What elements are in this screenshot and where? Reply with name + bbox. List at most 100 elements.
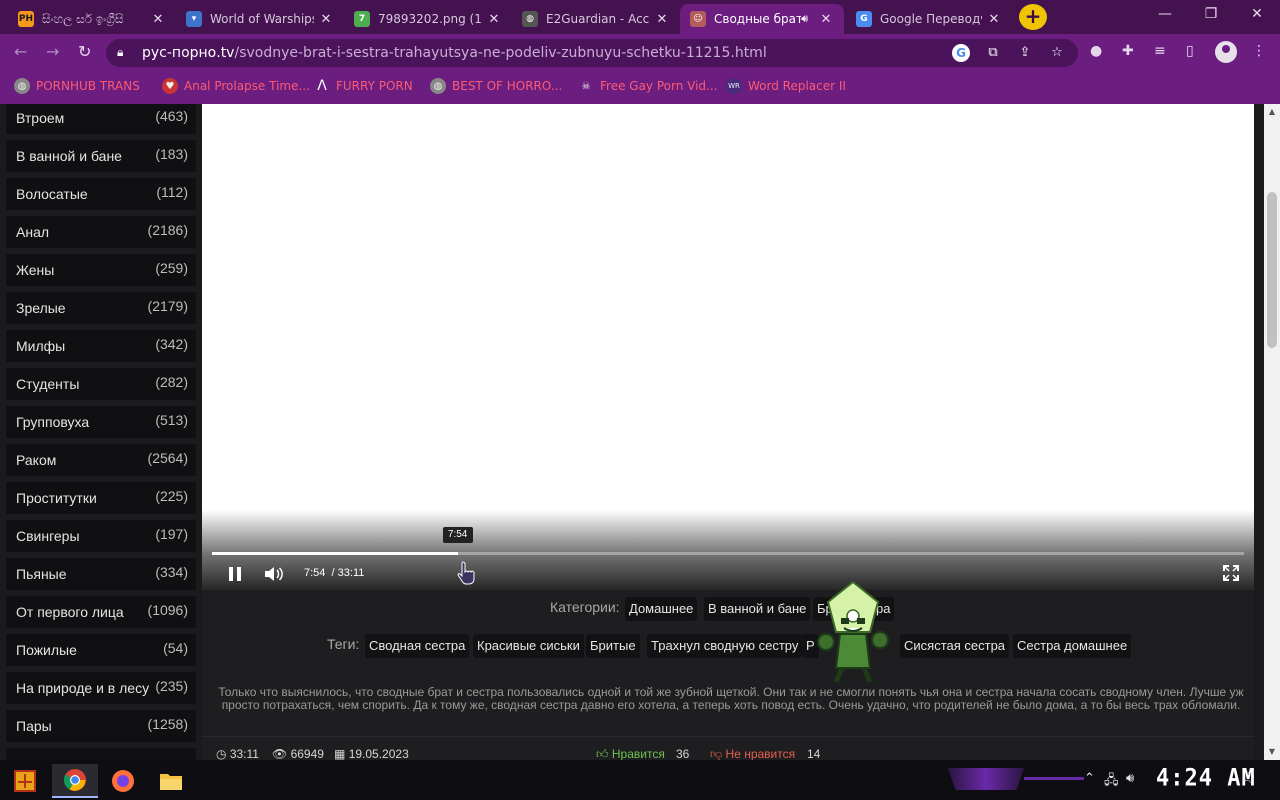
browser-tab[interactable]: G Google Переводч ✕ [846,4,1012,34]
lock-icon[interactable]: 🔒︎ [117,45,123,60]
tag-chip[interactable]: Сводная сестра [365,634,470,658]
category-label: Пьяные [16,566,67,582]
page-scrollbar[interactable]: ▲ ▼ [1264,104,1280,760]
sidebar-category-item[interactable]: Групповуха (513) [6,406,196,438]
sidebar-category-item[interactable]: Студенты (282) [6,368,196,400]
notification-icon[interactable]: 🗨︎ [1240,771,1257,786]
browser-tab-active[interactable]: ☺ Сводные брат 🔊︎ ✕ [680,4,844,34]
firefox-taskbar-icon[interactable] [100,764,146,798]
scroll-down-icon[interactable]: ▼ [1264,744,1280,760]
tag-chip[interactable]: Бритые [586,634,640,658]
tag-chip[interactable]: Трахнул сводную сестру [647,634,803,658]
seek-tooltip: 7:54 [442,527,473,543]
bookmark-item[interactable]: ☠ Free Gay Porn Vid... [578,78,718,94]
volume-tray-icon[interactable]: 🔊︎ [1126,771,1134,786]
browser-tab[interactable]: PH සිංහල සර් ඉංග්‍රීසි ✕ [8,4,176,34]
like-button[interactable]: 👍︎ Нравится [596,747,665,760]
minimize-icon[interactable]: — [1142,6,1188,22]
side-panel-icon[interactable]: ▯ [1186,43,1194,59]
sidebar-category-item[interactable]: Проститутки (225) [6,482,196,514]
scroll-thumb[interactable] [1267,192,1277,348]
start-menu-icon[interactable] [12,768,38,794]
thumbs-up-icon: 👍︎ [596,747,609,760]
browser-tab[interactable]: ▾ World of Warships ✕ [176,4,344,34]
lambda-icon: Λ [317,78,327,94]
address-bar[interactable]: 🔒︎ рус-порно.tv/svodnye-brat-i-sestra-tr… [106,39,1078,67]
close-window-icon[interactable]: ✕ [1234,6,1280,22]
category-count: (197) [155,526,188,542]
extension-avatar-icon[interactable]: ● [1090,43,1102,59]
sidebar-category-item[interactable]: Раком (2564) [6,444,196,476]
profile-avatar[interactable] [1215,41,1237,63]
category-count: (463) [155,108,188,124]
volume-icon[interactable] [264,566,284,586]
sidebar-category-item[interactable]: От первого лица (1096) [6,596,196,628]
video-stats-bar: ◷ 33:11 👁︎ 66949 ▦ 19.05.2023 👍︎ Нравитс… [202,736,1254,760]
star-icon[interactable]: ☆ [1048,45,1066,63]
pause-icon[interactable] [228,566,242,586]
scroll-up-icon[interactable]: ▲ [1264,104,1280,120]
bookmark-item[interactable]: Λ FURRY PORN [314,78,413,94]
network-icon[interactable]: 🖧︎ [1104,771,1119,793]
close-icon[interactable]: ✕ [150,12,166,27]
sidebar-category-item[interactable]: Свингеры (197) [6,520,196,552]
sidebar-category-item[interactable]: На природе и в лесу (235) [6,672,196,704]
category-label: Зрелые [16,300,66,316]
close-icon[interactable]: ✕ [318,12,334,27]
speaker-icon[interactable]: 🔊︎ [801,12,808,26]
dislike-button[interactable]: 👎︎ Не нравится [710,747,795,760]
tag-chip[interactable]: Сисястая сестра [900,634,1010,658]
bookmark-item[interactable]: ♥ Anal Prolapse Time... [162,78,310,94]
url-text[interactable]: рус-порно.tv/svodnye-brat-i-sestra-traha… [142,45,767,61]
tab-title: Сводные брат [714,12,802,26]
sidebar-category-item[interactable]: Пьяные (334) [6,558,196,590]
reload-icon[interactable]: ↻ [78,42,91,61]
bookmark-item[interactable]: ◍ PORNHUB TRANS [14,78,140,94]
tab-title: World of Warships [210,12,314,26]
progress-bar[interactable] [212,552,1244,555]
tag-chip[interactable]: Сестра домашнее [1013,634,1132,658]
views-stat: 👁︎ 66949 [272,747,324,760]
bookmark-item[interactable]: WR Word Replacer II [726,78,846,94]
sidebar-category-item[interactable]: Зрелые (2179) [6,292,196,324]
sidebar-category-item[interactable]: Анал (2186) [6,216,196,248]
close-icon[interactable]: ✕ [654,12,670,27]
category-count: (54) [163,640,188,656]
restore-icon[interactable]: ❐ [1188,6,1234,22]
bookmark-item[interactable]: ◍ BEST OF HORRO... [430,78,562,94]
tag-chip[interactable]: Красивые сиськи [473,634,584,658]
file-explorer-taskbar-icon[interactable] [148,764,194,798]
close-icon[interactable]: ✕ [818,12,834,27]
translate-icon[interactable]: ⧉ [984,45,1002,63]
new-tab-button[interactable]: + [1019,4,1047,30]
browser-tab[interactable]: 7 79893202.png (16 ✕ [344,4,512,34]
category-chip[interactable]: Домашнее [625,597,698,621]
tray-chevron-icon[interactable]: ⌃ [1084,771,1095,786]
sidebar-category-item[interactable]: Жены (259) [6,254,196,286]
extensions-puzzle-icon[interactable]: ✚ [1122,43,1134,59]
sidebar-category-item[interactable] [6,748,196,760]
forward-icon[interactable]: → [46,42,59,61]
close-icon[interactable]: ✕ [486,12,502,27]
sidebar-category-item[interactable]: В ванной и бане (183) [6,140,196,172]
browser-tab[interactable]: ◍ E2Guardian - Acce ✕ [512,4,680,34]
video-player[interactable]: 7:54 7:54 / 33:11 [202,104,1254,590]
sidebar-category-item[interactable]: Пожилые (54) [6,634,196,666]
media-control-icon[interactable]: ≡ [1154,43,1166,59]
fullscreen-icon[interactable] [1222,564,1240,586]
close-icon[interactable]: ✕ [986,12,1002,27]
date-stat: ▦ 19.05.2023 [334,747,409,760]
category-count: (1096) [147,602,188,618]
back-icon[interactable]: ← [14,42,27,61]
chrome-taskbar-icon[interactable] [52,764,98,798]
sidebar-category-item[interactable]: Втроем (463) [6,104,196,134]
sidebar-category-item[interactable]: Пары (1258) [6,710,196,742]
time-separator: / [331,567,335,579]
category-chip[interactable]: В ванной и бане [704,597,811,621]
sidebar-category-item[interactable]: Волосатые (112) [6,178,196,210]
sidebar-category-item[interactable]: Милфы (342) [6,330,196,362]
google-lens-icon[interactable]: G [952,44,970,62]
share-icon[interactable]: ⇪ [1016,45,1034,63]
menu-kebab-icon[interactable]: ⋮ [1252,43,1266,59]
category-label: Свингеры [16,528,80,544]
